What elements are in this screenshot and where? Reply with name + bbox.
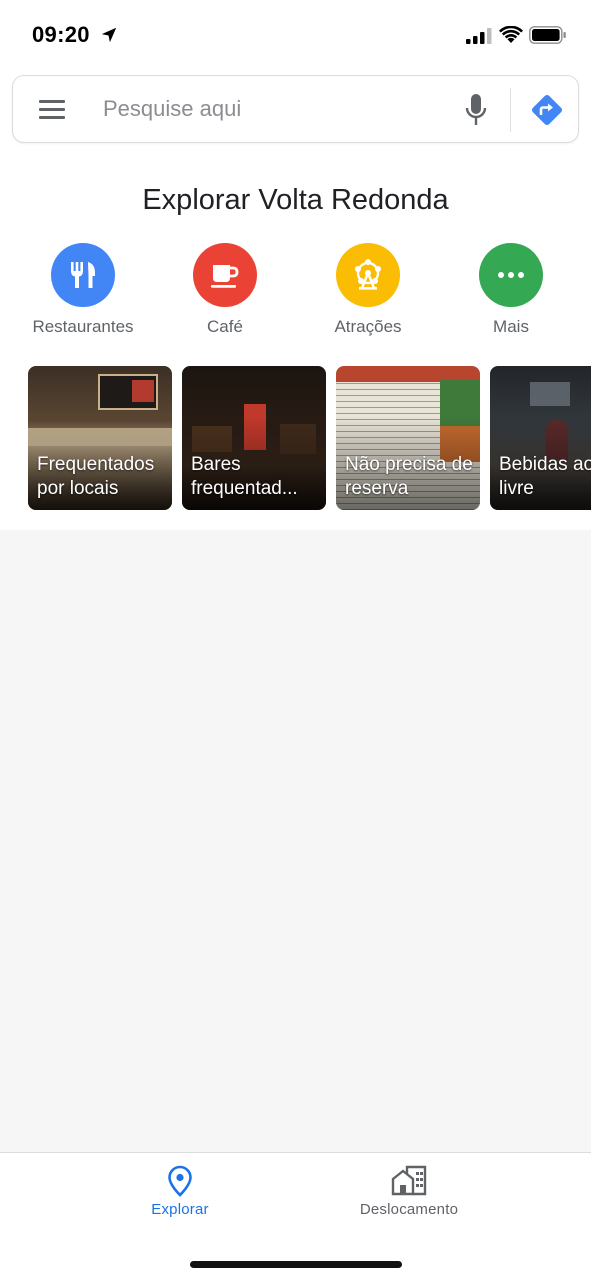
battery-icon bbox=[529, 26, 566, 44]
card-label: Não precisa de reserva bbox=[345, 454, 473, 499]
category-label: Café bbox=[207, 317, 243, 336]
card-bares-frequentados[interactable]: Bares frequentad... bbox=[182, 366, 326, 510]
explore-title: Explorar Volta Redonda bbox=[142, 184, 449, 216]
location-arrow-icon bbox=[101, 27, 117, 43]
wifi-icon bbox=[499, 26, 523, 43]
content-area bbox=[0, 530, 591, 1152]
search-divider bbox=[510, 88, 511, 132]
category-circle bbox=[51, 243, 115, 307]
explore-cards: Frequentados por locais Bares frequentad… bbox=[0, 366, 591, 511]
signal-icon bbox=[466, 28, 492, 44]
nav-label: Deslocamento bbox=[359, 1201, 459, 1218]
nav-label: Explorar bbox=[151, 1201, 209, 1218]
search-input[interactable] bbox=[103, 90, 443, 128]
card-label: Bares frequentad... bbox=[191, 454, 298, 499]
category-restaurants[interactable]: Restaurantes bbox=[13, 243, 153, 337]
nav-explorar[interactable]: Explorar bbox=[80, 1165, 280, 1218]
coffee-cup-icon bbox=[211, 265, 239, 288]
category-row: Restaurantes Café Atrações Mais bbox=[0, 243, 591, 343]
fork-knife-icon bbox=[71, 262, 95, 288]
ferris-wheel-icon bbox=[355, 259, 381, 290]
category-more[interactable]: Mais bbox=[441, 243, 581, 337]
status-bar: 09:20 bbox=[0, 0, 591, 70]
category-circle bbox=[193, 243, 257, 307]
home-indicator[interactable] bbox=[190, 1261, 402, 1268]
mic-icon[interactable] bbox=[464, 93, 488, 127]
category-cafe[interactable]: Café bbox=[155, 243, 295, 337]
directions-icon[interactable] bbox=[530, 93, 564, 127]
location-pin-icon bbox=[168, 1165, 192, 1197]
category-label: Restaurantes bbox=[32, 317, 134, 336]
menu-icon[interactable] bbox=[37, 98, 67, 122]
search-bar bbox=[12, 75, 579, 143]
category-label: Atrações bbox=[334, 317, 402, 336]
more-dots-icon bbox=[498, 272, 524, 278]
commute-buildings-icon bbox=[391, 1165, 427, 1196]
nav-deslocamento[interactable]: Deslocamento bbox=[309, 1165, 509, 1218]
category-circle bbox=[479, 243, 543, 307]
category-attractions[interactable]: Atrações bbox=[298, 243, 438, 337]
card-frequentados-por-locais[interactable]: Frequentados por locais bbox=[28, 366, 172, 510]
card-label: Frequentados por locais bbox=[37, 454, 155, 499]
category-circle bbox=[336, 243, 400, 307]
card-nao-precisa-de-reserva[interactable]: Não precisa de reserva bbox=[336, 366, 480, 510]
category-label: Mais bbox=[493, 317, 529, 336]
card-bebidas-ao-ar-livre[interactable]: Bebidas ao ar livre bbox=[490, 366, 591, 510]
card-label: Bebidas ao ar livre bbox=[499, 454, 591, 499]
bottom-nav: Explorar Deslocamento bbox=[0, 1152, 591, 1280]
status-time: 09:20 bbox=[32, 22, 90, 47]
